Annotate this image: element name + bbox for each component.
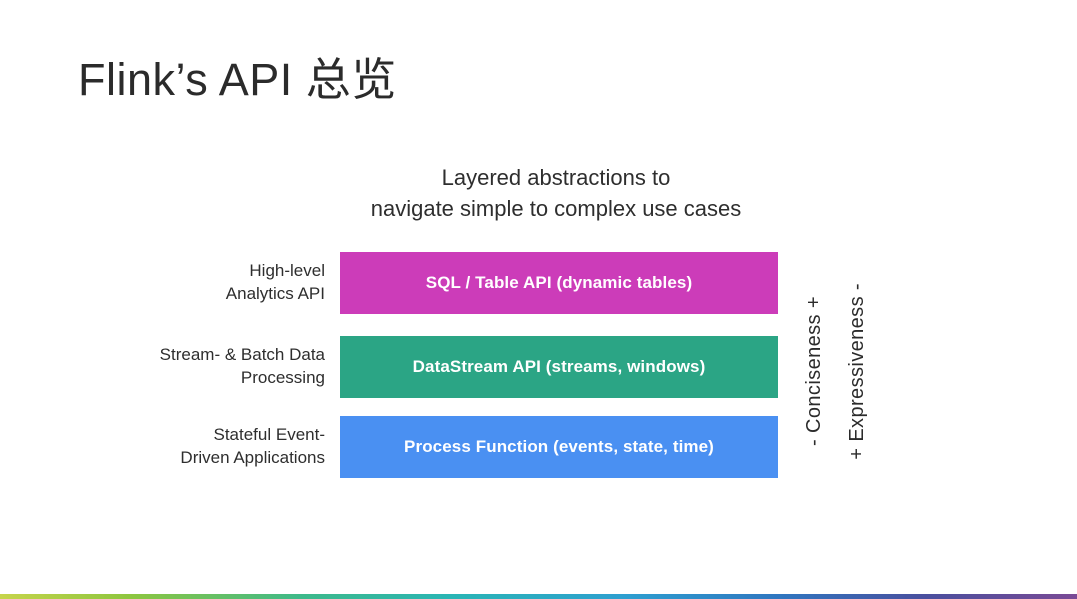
layer-bar-datastream-api[interactable]: DataStream API (streams, windows): [340, 336, 778, 398]
slide-subtitle: Layered abstractions to navigate simple …: [330, 162, 782, 224]
axis-label-expressiveness: + Expressiveness -: [840, 252, 874, 490]
layer-row-stream-batch-data-processing: Stream- & Batch Data Processing DataStre…: [0, 336, 1077, 398]
layer-bar-label: DataStream API (streams, windows): [413, 357, 706, 377]
layer-label-high-level-analytics-api: High-level Analytics API: [110, 260, 325, 306]
layer-bar-label: Process Function (events, state, time): [404, 437, 714, 457]
slide-canvas: Flink’s API 总览 Layered abstractions to n…: [0, 0, 1077, 599]
layered-abstractions-diagram: High-level Analytics API SQL / Table API…: [0, 252, 1077, 492]
layer-label-line-2: Analytics API: [110, 283, 325, 306]
subtitle-line-2: navigate simple to complex use cases: [330, 193, 782, 224]
layer-label-line-1: High-level: [110, 260, 325, 283]
layer-row-high-level-analytics-api: High-level Analytics API SQL / Table API…: [0, 252, 1077, 314]
axis-label-conciseness-text: - Conciseness +: [803, 296, 826, 446]
layer-bar-label: SQL / Table API (dynamic tables): [426, 273, 692, 293]
layer-label-stream-batch-data-processing: Stream- & Batch Data Processing: [110, 344, 325, 390]
layer-label-line-1: Stream- & Batch Data: [110, 344, 325, 367]
axis-label-expressiveness-text: + Expressiveness -: [846, 283, 869, 460]
layer-label-stateful-event-driven-applications: Stateful Event- Driven Applications: [110, 424, 325, 470]
layer-label-line-1: Stateful Event-: [110, 424, 325, 447]
axis-label-conciseness: - Conciseness +: [797, 252, 831, 490]
layer-row-stateful-event-driven-applications: Stateful Event- Driven Applications Proc…: [0, 416, 1077, 478]
subtitle-line-1: Layered abstractions to: [330, 162, 782, 193]
page-title: Flink’s API 总览: [78, 54, 397, 106]
bottom-gradient-strip: [0, 594, 1077, 599]
layer-label-line-2: Driven Applications: [110, 447, 325, 470]
layer-bar-process-function[interactable]: Process Function (events, state, time): [340, 416, 778, 478]
layer-bar-sql-table-api[interactable]: SQL / Table API (dynamic tables): [340, 252, 778, 314]
layer-label-line-2: Processing: [110, 367, 325, 390]
